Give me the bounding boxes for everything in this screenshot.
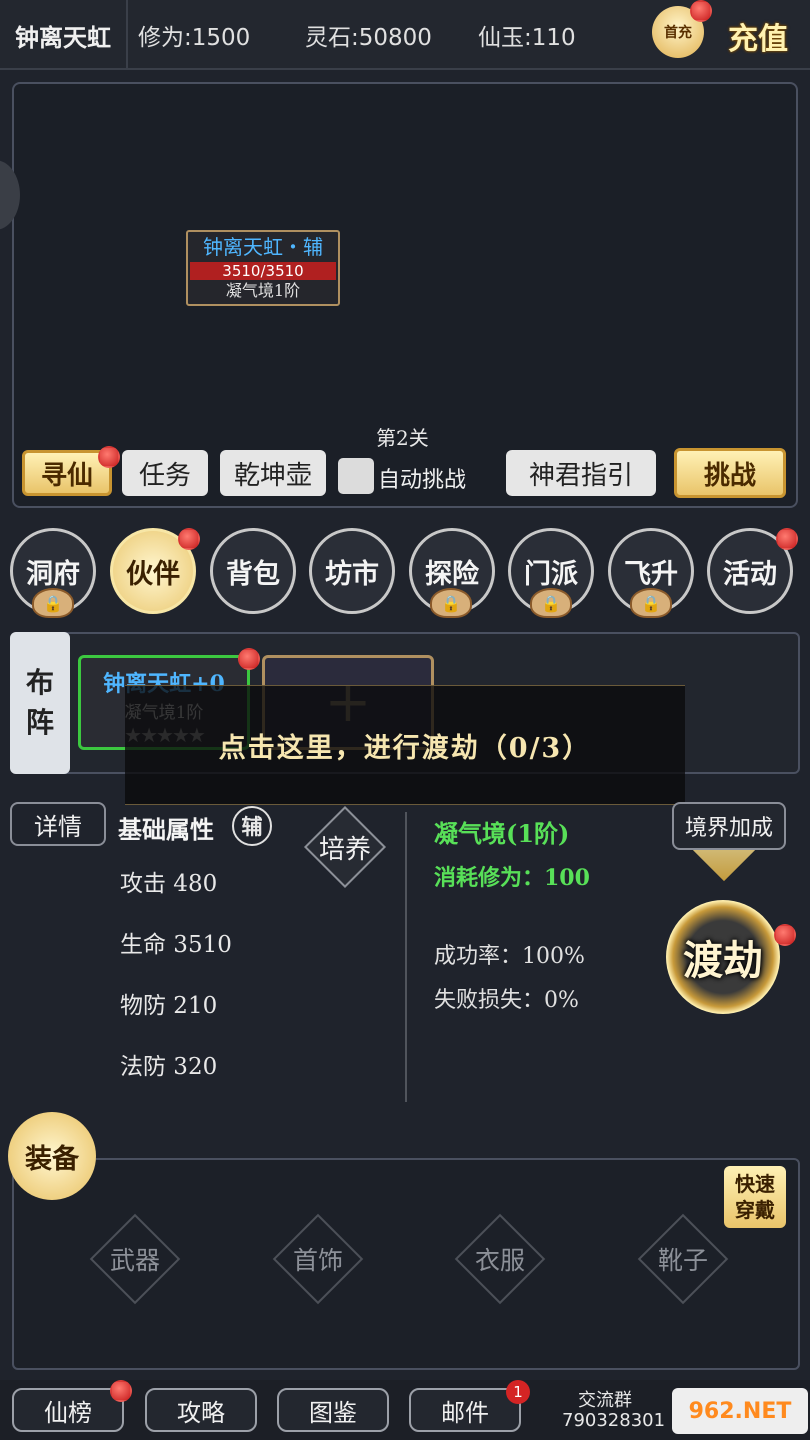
formation-tab[interactable]: 布阵 — [10, 632, 70, 774]
spirit-stones-stat: 灵石:50800 — [305, 25, 432, 51]
equipment-badge: 装备 — [8, 1112, 96, 1200]
qiankun-pot-button[interactable]: 乾坤壶 — [220, 450, 326, 496]
quick-label: 快速 — [735, 1172, 775, 1196]
stage-label: 第2关 — [376, 426, 429, 450]
enemy-name: 钟离天虹・辅 — [203, 235, 323, 259]
mail-button[interactable]: 邮件 — [409, 1388, 521, 1432]
mail-count-badge: 1 — [506, 1380, 530, 1404]
tab-char: 布 — [25, 666, 54, 699]
nav-market-button[interactable]: 坊市 — [309, 528, 395, 614]
nav-label: 洞府 — [26, 558, 80, 590]
nav-label: 坊市 — [325, 558, 379, 590]
slot-label: 靴子 — [657, 1246, 708, 1275]
failure-loss: 失败损失：0% — [434, 988, 579, 1013]
attr-title: 基础属性 — [118, 815, 214, 844]
recharge-button[interactable]: 充值 — [728, 14, 788, 58]
challenge-button[interactable]: 挑战 — [674, 448, 786, 498]
notification-dot — [98, 446, 120, 468]
divider — [405, 812, 407, 1102]
realm-bonus-button[interactable]: 境界加成 — [672, 802, 786, 850]
train-button[interactable]: 培养 — [303, 805, 387, 889]
quick-equip-button[interactable]: 快速 穿戴 — [724, 1166, 786, 1228]
lock-icon: 🔒 — [530, 588, 572, 618]
tribulation-button[interactable]: 渡劫 — [666, 900, 780, 1014]
role-badge: 辅 — [232, 806, 272, 846]
weapon-slot[interactable]: 武器 — [89, 1213, 181, 1305]
enemy-hp-bar: 3510/3510 — [190, 262, 336, 280]
nav-label: 伙伴 — [126, 558, 180, 590]
enemy-card[interactable]: 钟离天虹・辅 3510/3510 凝气境1阶 — [186, 230, 340, 306]
group-number[interactable]: 790328301 — [562, 1410, 665, 1431]
ranking-button[interactable]: 仙榜 — [12, 1388, 124, 1432]
lock-icon: 🔒 — [630, 588, 672, 618]
notification-dot — [776, 528, 798, 550]
nav-label: 背包 — [226, 558, 280, 590]
notification-dot — [774, 924, 796, 946]
notification-dot — [690, 0, 712, 22]
strategy-button[interactable]: 攻略 — [145, 1388, 257, 1432]
player-name[interactable]: 钟离天虹 — [0, 0, 128, 70]
realm-label: 凝气境(1阶) — [434, 819, 570, 848]
train-label: 培养 — [318, 834, 371, 865]
auto-challenge-checkbox[interactable] — [338, 458, 374, 494]
quick-label: 穿戴 — [735, 1198, 775, 1222]
boots-slot[interactable]: 靴子 — [637, 1213, 729, 1305]
codex-button[interactable]: 图鉴 — [277, 1388, 389, 1432]
lock-icon: 🔒 — [32, 588, 74, 618]
tutorial-tip[interactable]: 点击这里，进行渡劫（0/3） — [125, 685, 685, 805]
slot-label: 衣服 — [474, 1246, 525, 1275]
watermark-logo: 962.NET — [672, 1388, 808, 1434]
attack-stat: 攻击 480 — [120, 871, 218, 897]
cost-label: 消耗修为：100 — [434, 865, 590, 891]
tab-char: 阵 — [25, 706, 54, 739]
nav-label: 飞升 — [624, 558, 678, 590]
clothes-slot[interactable]: 衣服 — [454, 1213, 546, 1305]
tasks-button[interactable]: 任务 — [122, 450, 208, 496]
nav-bag-button[interactable]: 背包 — [210, 528, 296, 614]
physical-defense-stat: 物防 210 — [120, 993, 218, 1019]
nav-label: 活动 — [723, 558, 777, 590]
details-button[interactable]: 详情 — [10, 802, 106, 846]
cultivation-stat: 修为:1500 — [138, 25, 251, 51]
notification-dot — [238, 648, 260, 670]
nav-label: 探险 — [425, 558, 479, 590]
notification-dot — [110, 1380, 132, 1402]
auto-challenge-label: 自动挑战 — [378, 468, 467, 493]
success-rate: 成功率：100% — [434, 944, 585, 969]
lock-icon: 🔒 — [430, 588, 472, 618]
guide-button[interactable]: 神君指引 — [506, 450, 656, 496]
notification-dot — [178, 528, 200, 550]
slot-label: 首饰 — [292, 1246, 343, 1275]
hp-stat: 生命 3510 — [120, 932, 232, 958]
magic-defense-stat: 法防 320 — [120, 1054, 218, 1080]
group-label: 交流群 — [578, 1390, 632, 1411]
jade-stat: 仙玉:110 — [478, 25, 576, 51]
nav-label: 门派 — [524, 558, 578, 590]
enemy-realm: 凝气境1阶 — [225, 281, 301, 300]
gift-label: 首充 — [664, 25, 692, 41]
accessory-slot[interactable]: 首饰 — [272, 1213, 364, 1305]
slot-label: 武器 — [109, 1246, 160, 1275]
